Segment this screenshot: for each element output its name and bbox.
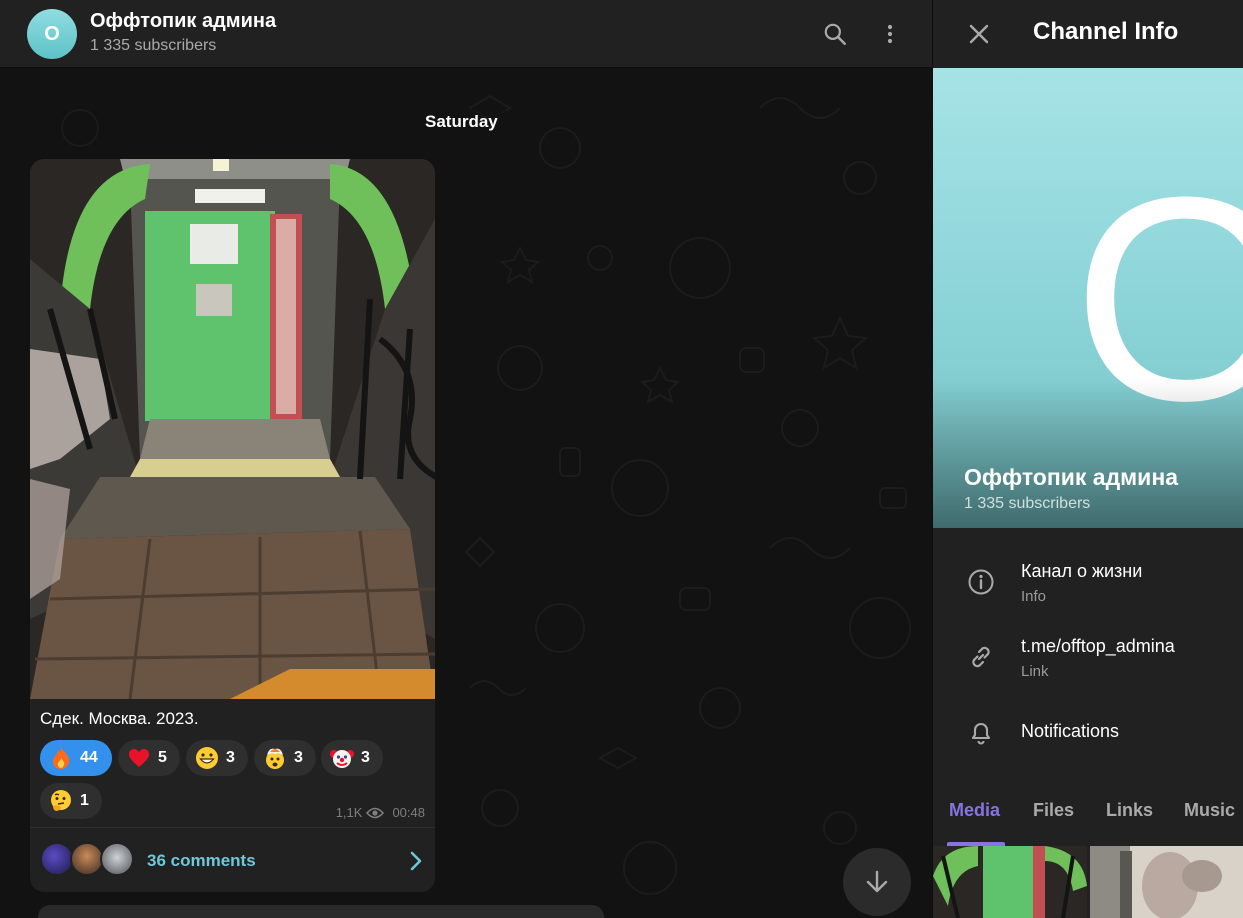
- reaction-count: 1: [80, 792, 89, 809]
- tab-music[interactable]: Music: [1184, 800, 1235, 821]
- tab-links[interactable]: Links: [1106, 800, 1153, 821]
- channel-info-panel: Channel Info O Оффтопик админа 1 335 sub…: [932, 0, 1243, 918]
- comments-button[interactable]: 36 comments: [30, 827, 435, 892]
- channel-link-label: Link: [1021, 663, 1049, 680]
- channel-cover-avatar[interactable]: O Оффтопик админа 1 335 subscribers: [933, 68, 1243, 528]
- tab-files[interactable]: Files: [1033, 800, 1074, 821]
- info-row-link[interactable]: t.me/offtop_admina Link: [933, 625, 1243, 689]
- bell-icon: [965, 716, 997, 748]
- clown-face-emoji-icon: [329, 745, 355, 771]
- post-time: 00:48: [392, 805, 425, 820]
- commenter-avatar: [70, 842, 104, 876]
- info-row-description[interactable]: Канал о жизни Info: [933, 550, 1243, 614]
- post-meta: 1,1K 00:48: [336, 805, 425, 820]
- eye-icon: [366, 807, 385, 818]
- search-button[interactable]: [815, 14, 855, 54]
- channel-name: Оффтопик админа: [964, 464, 1179, 490]
- channel-subscriber-count: 1 335 subscribers: [90, 37, 217, 54]
- chat-column: O Оффтопик админа 1 335 subscribers Satu…: [0, 0, 932, 918]
- description-text: Канал о жизни: [1021, 561, 1143, 581]
- search-icon: [824, 23, 846, 45]
- reaction-count: 3: [361, 749, 370, 766]
- link-icon: [965, 641, 997, 673]
- commenter-avatar: [40, 842, 74, 876]
- close-button[interactable]: [959, 14, 999, 54]
- notifications-label: Notifications: [1021, 721, 1120, 741]
- commenter-avatar: [100, 842, 134, 876]
- more-options-button[interactable]: [870, 14, 910, 54]
- date-separator: Saturday: [412, 108, 511, 136]
- fire-emoji-icon: [48, 745, 74, 771]
- reaction-clown-chip[interactable]: 3: [321, 740, 383, 776]
- next-post-edge: [38, 905, 604, 918]
- post-caption: Сдек. Москва. 2023.: [40, 709, 199, 728]
- reaction-count: 3: [226, 749, 235, 766]
- info-row-notifications[interactable]: Notifications: [933, 700, 1243, 764]
- reaction-count: 44: [80, 749, 98, 766]
- shared-media-tabs: Media Files Links Music: [933, 790, 1243, 846]
- tab-media[interactable]: Media: [949, 800, 1000, 821]
- media-thumbnail[interactable]: [1090, 846, 1243, 918]
- info-icon: [965, 566, 997, 598]
- more-vertical-icon: [887, 24, 893, 44]
- comments-count-label: 36 comments: [147, 851, 256, 870]
- exploding-head-emoji-icon: [262, 745, 288, 771]
- info-panel-title: Channel Info: [1033, 18, 1179, 45]
- reaction-heart-chip[interactable]: 5: [118, 740, 180, 776]
- arrow-down-icon: [866, 870, 888, 893]
- chat-header[interactable]: O Оффтопик админа 1 335 subscribers: [0, 0, 932, 68]
- chevron-right-icon: [410, 851, 422, 871]
- thinking-face-emoji-icon: [48, 788, 74, 814]
- scroll-to-bottom-button[interactable]: [843, 848, 911, 916]
- channel-link-text: t.me/offtop_admina: [1021, 636, 1175, 656]
- grinning-face-emoji-icon: [194, 745, 220, 771]
- media-thumbnail[interactable]: [933, 846, 1087, 918]
- reaction-count: 5: [158, 749, 167, 766]
- reaction-fire-chip[interactable]: 44: [40, 740, 112, 776]
- channel-post: Сдек. Москва. 2023. 44 5 3 3 3 1 1,1K 00…: [30, 159, 435, 892]
- red-heart-emoji-icon: [126, 745, 152, 771]
- reaction-grinning-chip[interactable]: 3: [186, 740, 248, 776]
- channel-avatar[interactable]: O: [27, 9, 77, 59]
- description-label: Info: [1021, 588, 1047, 605]
- info-panel-header: Channel Info: [933, 0, 1243, 68]
- reaction-count: 3: [294, 749, 303, 766]
- channel-title[interactable]: Оффтопик админа: [90, 10, 276, 33]
- reaction-thinking-chip[interactable]: 1: [40, 783, 102, 819]
- reaction-exploding-head-chip[interactable]: 3: [254, 740, 316, 776]
- post-photo[interactable]: [30, 159, 435, 699]
- channel-subscriber-count: 1 335 subscribers: [964, 495, 1091, 512]
- view-count: 1,1K: [335, 805, 363, 820]
- close-icon: [969, 24, 989, 44]
